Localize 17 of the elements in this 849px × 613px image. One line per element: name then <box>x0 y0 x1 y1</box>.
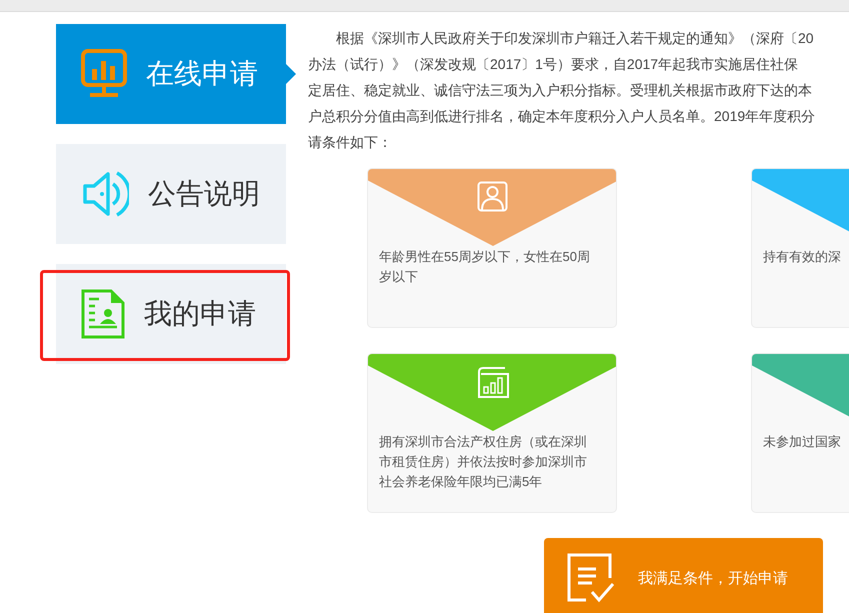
sidebar-tab[interactable]: 公告说明 <box>56 144 286 244</box>
intro-paragraph: 根据《深圳市人民政府关于印发深圳市户籍迁入若干规定的通知》（深府〔20 办法（试行）》（深发改规〔2017〕1号）要求，自2017年起我市实施居住社保 定居住、稳定就业、诚信守法三项为入户积分指标。受理机关根据市政府下达的本 户总积分分值由高到低进行排名，确定本年度积分入户人员名单。2019年年度积分 请条件如下： <box>308 29 816 152</box>
document-profile-icon <box>81 289 125 339</box>
tab-label: 在线申请 <box>146 57 258 91</box>
monitor-chart-icon <box>81 49 127 99</box>
condition-text: 年龄男性在55周岁以下，女性在50周岁以下 <box>379 248 591 286</box>
condition-text: 持有有效的深 <box>763 248 842 266</box>
person-icon <box>477 181 508 212</box>
speaker-icon <box>81 169 129 219</box>
condition-text: 拥有深圳市合法产权住房（或在深圳市租赁住房）并依法按时参加深圳市社会养老保险年限均已满5年 <box>379 433 588 491</box>
condition-text: 未参加过国家 <box>763 433 842 451</box>
tab-label: 我的申请 <box>144 297 256 331</box>
bar-chart-icon <box>477 366 510 399</box>
tab-label: 公告说明 <box>148 177 260 211</box>
checklist-icon <box>566 552 614 604</box>
sidebar-tab[interactable]: 我的申请 <box>56 264 286 364</box>
tab-pointer <box>286 64 296 84</box>
